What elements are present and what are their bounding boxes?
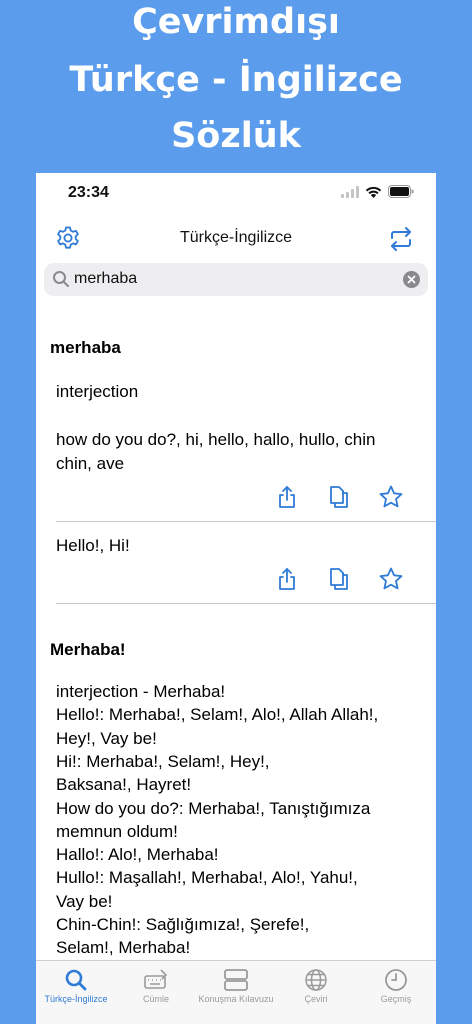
tab-translate[interactable]: Çeviri	[276, 961, 356, 1024]
entry-definition-line: Selam!, Merhaba!	[56, 938, 191, 958]
clock-icon	[385, 969, 407, 991]
entry-definition-line: interjection - Merhaba!	[56, 682, 226, 701]
phone-screen: 23:34 Türkçe-İngilizce merhaba merhaba i…	[36, 173, 436, 1024]
entry-definition-line: memnun oldum!	[56, 821, 178, 841]
entry-definition-line: Chin-Chin!: Sağlığımıza!, Şerefe!,	[56, 915, 310, 934]
globe-icon	[305, 969, 327, 991]
entry-definition-line: Vay be!	[56, 891, 113, 911]
share-button[interactable]	[274, 566, 300, 592]
share-icon	[279, 486, 295, 508]
close-icon	[407, 275, 416, 284]
navigation-bar: Türkçe-İngilizce	[36, 217, 436, 261]
copy-icon	[330, 568, 348, 590]
copy-button[interactable]	[326, 566, 352, 592]
star-icon	[379, 567, 403, 590]
copy-button[interactable]	[326, 484, 352, 510]
entry-definition-line: Baksana!, Hayret!	[56, 775, 192, 795]
tab-history[interactable]: Geçmiş	[356, 961, 436, 1024]
entry-definition-line: Hallo!: Alo!, Merhaba!	[56, 845, 219, 865]
results-list: merhaba interjection how do you do?, hi,…	[36, 298, 436, 960]
promo-title-line-2: Türkçe - İngilizce	[69, 60, 403, 100]
share-button[interactable]	[274, 484, 300, 510]
search-input[interactable]	[74, 267, 394, 291]
tab-label: Cümle	[142, 994, 169, 1004]
search-icon	[65, 969, 87, 991]
divider	[56, 521, 436, 522]
status-time: 23:34	[68, 184, 109, 201]
entry-headword[interactable]: merhaba	[50, 338, 121, 358]
search-icon	[53, 271, 69, 287]
entry-definition-line: Hey!, Vay be!	[56, 728, 157, 748]
status-icons	[341, 185, 414, 198]
tab-label: Konuşma Kılavuzu	[198, 994, 274, 1004]
tab-sentence[interactable]: Cümle	[116, 961, 196, 1024]
entry-headword[interactable]: Merhaba!	[50, 640, 126, 660]
tab-turkish-english[interactable]: Türkçe-İngilizce	[36, 961, 116, 1024]
clear-search-button[interactable]	[403, 271, 420, 288]
divider	[56, 603, 436, 604]
star-icon	[379, 485, 403, 508]
swap-arrows-icon	[391, 227, 411, 251]
battery-icon	[388, 185, 414, 198]
tab-label: Geçmiş	[380, 994, 412, 1004]
entry-translation: how do you do?, hi, hello, hallo, hullo,…	[56, 430, 376, 473]
promo-title-line-1: Çevrimdışı	[132, 2, 340, 42]
entry-part-of-speech: interjection	[56, 382, 139, 401]
entry-translation: Hello!, Hi!	[56, 536, 130, 555]
swap-language-button[interactable]	[387, 225, 415, 253]
keyboard-pencil-icon	[144, 969, 168, 989]
share-icon	[279, 568, 295, 590]
entry-definition-line: Hello!: Merhaba!, Selam!, Alo!, Allah Al…	[56, 705, 379, 725]
search-bar	[44, 263, 428, 296]
promo-title-line-3: Sözlük	[171, 116, 301, 156]
entry-definition-line: Hi!: Merhaba!, Selam!, Hey!,	[56, 751, 270, 771]
page-title: Türkçe-İngilizce	[179, 229, 293, 246]
signal-icon	[341, 185, 359, 198]
tab-bar: Türkçe-İngilizce Cümle Konuşma Kılavuzu …	[36, 960, 436, 1024]
favorite-button[interactable]	[378, 484, 404, 510]
stacked-rectangles-icon	[224, 969, 248, 991]
wifi-icon	[365, 186, 382, 198]
status-bar: 23:34	[36, 173, 436, 217]
favorite-button[interactable]	[378, 566, 404, 592]
tab-label: Türkçe-İngilizce	[44, 994, 108, 1004]
tab-label: Çeviri	[304, 994, 328, 1004]
entry-actions	[36, 566, 436, 594]
entry-definition-line: Hullo!: Maşallah!, Merhaba!, Alo!, Yahu!…	[56, 868, 358, 888]
tab-phrasebook[interactable]: Konuşma Kılavuzu	[196, 961, 276, 1024]
copy-icon	[330, 486, 348, 508]
entry-definition-line: How do you do?: Merhaba!, Tanıştığımıza	[56, 798, 371, 818]
entry-actions	[36, 484, 436, 512]
